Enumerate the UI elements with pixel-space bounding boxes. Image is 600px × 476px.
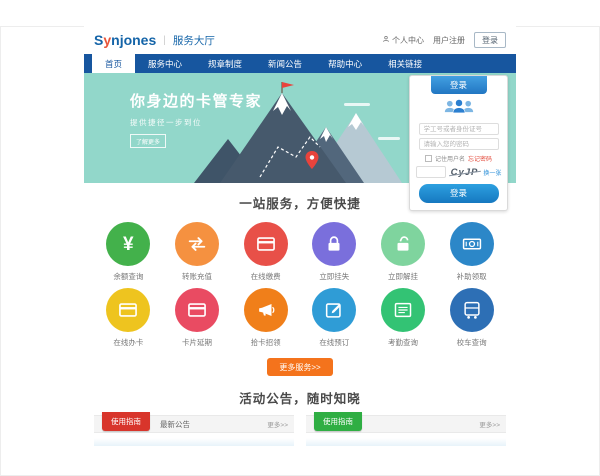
service-item[interactable]: 补助领取: [437, 222, 506, 282]
panel-tab[interactable]: 使用指南: [102, 412, 150, 431]
panel-body: [306, 433, 506, 446]
service-label: 卡片延期: [163, 337, 232, 348]
service-label: 拾卡招领: [231, 337, 300, 348]
login-panel: 登录 记住用户名 忘记密码: [409, 75, 508, 211]
bus-icon: [450, 288, 494, 332]
login-tab[interactable]: 登录: [431, 76, 487, 94]
banknote-icon: [450, 222, 494, 266]
logo-divider: |: [163, 35, 166, 46]
forgot-password-link[interactable]: 忘记密码: [468, 154, 492, 163]
announcement-panel: 使用指南最新公告 更多>>: [94, 415, 294, 446]
remember-row: 记住用户名 忘记密码: [410, 154, 507, 163]
panel-header: 使用指南最新公告 更多>>: [94, 415, 294, 433]
panel-more-link[interactable]: 更多>>: [267, 419, 288, 429]
captcha-refresh-link[interactable]: 换一张: [483, 168, 501, 177]
announcement-panel: 使用指南 更多>>: [306, 415, 506, 446]
captcha-input[interactable]: [416, 166, 446, 178]
logo[interactable]: Synjones: [94, 32, 156, 48]
service-item[interactable]: 立即挂失: [300, 222, 369, 282]
logo-text-tail: njones: [111, 32, 156, 48]
logo-accent: y: [103, 32, 111, 48]
panel-body: [94, 433, 294, 446]
hero-title: 你身边的卡管专家: [130, 90, 262, 111]
topbar-link[interactable]: 用户注册: [433, 35, 465, 46]
card-icon: [106, 288, 150, 332]
nav-item[interactable]: 规章制度: [195, 54, 255, 73]
nav-item[interactable]: 服务中心: [135, 54, 195, 73]
top-bar: Synjones | 服务大厅 个人中心用户注册 登录: [84, 26, 516, 54]
panel-tab[interactable]: 使用指南: [314, 412, 362, 431]
service-item[interactable]: 在线预订: [300, 288, 369, 348]
panel-more-link[interactable]: 更多>>: [479, 419, 500, 429]
service-label: 立即解挂: [369, 271, 438, 282]
main-nav: 首页服务中心规章制度新闻公告帮助中心相关链接: [84, 54, 516, 73]
service-label: 在线办卡: [94, 337, 163, 348]
announcements-section: 活动公告，随时知晓 使用指南最新公告更多>>使用指南更多>>: [84, 388, 516, 446]
announcement-panels: 使用指南最新公告更多>>使用指南更多>>: [94, 415, 506, 446]
user-icon: [382, 35, 390, 45]
topbar-link-label: 个人中心: [392, 35, 424, 46]
service-label: 余额查询: [94, 271, 163, 282]
hero-text-block: 你身边的卡管专家 提供捷径一步到位 了解更多: [130, 90, 262, 149]
list-icon: [381, 288, 425, 332]
service-item[interactable]: 在线缴费: [231, 222, 300, 282]
service-item[interactable]: 立即解挂: [369, 222, 438, 282]
nav-item[interactable]: 新闻公告: [255, 54, 315, 73]
services-grid: ¥ 余额查询转账充值在线缴费立即挂失立即解挂补助领取在线办卡卡片延期拾卡招领在线预…: [94, 222, 506, 348]
service-label: 立即挂失: [300, 271, 369, 282]
nav-item[interactable]: 相关链接: [375, 54, 435, 73]
service-item[interactable]: 拾卡招领: [231, 288, 300, 348]
compose-icon: [312, 288, 356, 332]
users-icon: [410, 98, 507, 120]
service-item[interactable]: 卡片延期: [163, 288, 232, 348]
service-item[interactable]: 转账充值: [163, 222, 232, 282]
username-input[interactable]: [419, 123, 499, 135]
panel-header: 使用指南 更多>>: [306, 415, 506, 433]
topbar-link[interactable]: 个人中心: [382, 35, 424, 46]
service-item[interactable]: 校车查询: [437, 288, 506, 348]
captcha-image[interactable]: CyJP: [449, 167, 481, 178]
hero-subtitle: 提供捷径一步到位: [130, 117, 262, 128]
hero-banner: 你身边的卡管专家 提供捷径一步到位 了解更多: [84, 73, 516, 183]
service-label: 转账充值: [163, 271, 232, 282]
yen-icon: ¥: [106, 222, 150, 266]
panel-subtab[interactable]: 最新公告: [160, 419, 190, 430]
remember-label: 记住用户名: [435, 154, 465, 163]
login-button-top[interactable]: 登录: [474, 32, 506, 48]
password-input[interactable]: [419, 138, 499, 150]
remember-checkbox[interactable]: [425, 155, 432, 162]
logo-text: S: [94, 32, 103, 48]
service-label: 在线预订: [300, 337, 369, 348]
nav-item[interactable]: 首页: [92, 54, 135, 73]
login-submit-button[interactable]: 登录: [419, 184, 499, 203]
transfer-icon: [175, 222, 219, 266]
hero-cta-button[interactable]: 了解更多: [130, 134, 166, 148]
service-label: 在线缴费: [231, 271, 300, 282]
site-container: Synjones | 服务大厅 个人中心用户注册 登录 首页服务中心规章制度新闻…: [84, 26, 516, 446]
card-icon: [244, 222, 288, 266]
service-item[interactable]: ¥ 余额查询: [94, 222, 163, 282]
card-icon: [175, 288, 219, 332]
service-item[interactable]: 考勤查询: [369, 288, 438, 348]
topbar-links: 个人中心用户注册 登录: [382, 32, 506, 48]
services-section: 一站服务，方便快捷 ¥余额查询转账充值在线缴费立即挂失立即解挂补助领取在线办卡卡…: [84, 183, 516, 376]
megaphone-icon: [244, 288, 288, 332]
service-label: 补助领取: [437, 271, 506, 282]
service-item[interactable]: 在线办卡: [94, 288, 163, 348]
site-title: 服务大厅: [173, 33, 215, 48]
captcha-row: CyJP 换一张: [410, 166, 507, 178]
service-label: 考勤查询: [369, 337, 438, 348]
lock-icon: [312, 222, 356, 266]
announcements-title: 活动公告，随时知晓: [84, 388, 516, 407]
topbar-link-label: 用户注册: [433, 35, 465, 46]
nav-item[interactable]: 帮助中心: [315, 54, 375, 73]
service-label: 校车查询: [437, 337, 506, 348]
more-services-button[interactable]: 更多服务>>: [267, 358, 332, 376]
unlock-icon: [381, 222, 425, 266]
